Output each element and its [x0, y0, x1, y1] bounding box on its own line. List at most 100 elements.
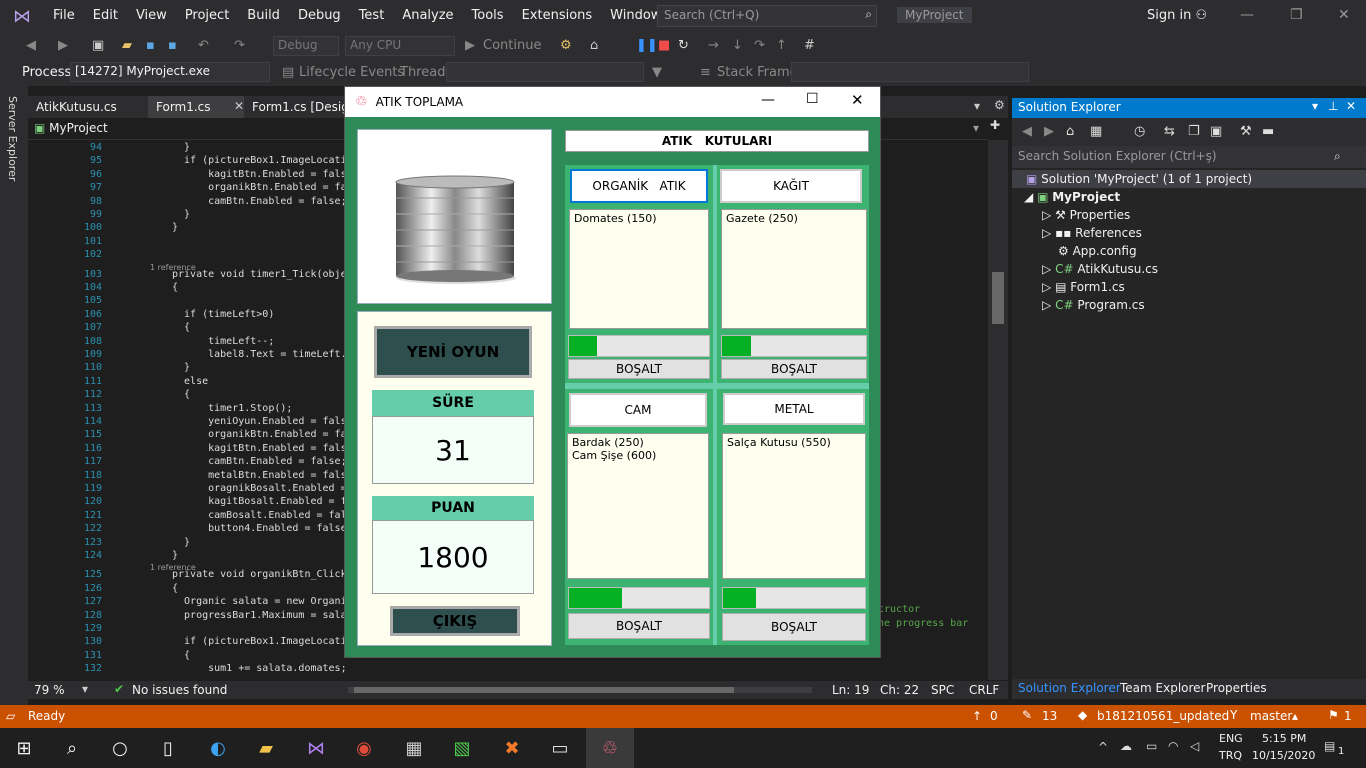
- filter-icon[interactable]: ▼: [652, 65, 662, 80]
- open-folder-icon[interactable]: ▰: [122, 38, 132, 53]
- metal-button[interactable]: METAL: [723, 393, 865, 425]
- code-line[interactable]: camBtn.Enabled = false;: [172, 196, 347, 207]
- input-language[interactable]: ENG: [1219, 732, 1243, 745]
- code-line[interactable]: {: [172, 583, 178, 594]
- lifecycle-events[interactable]: Lifecycle Events: [299, 65, 404, 80]
- tree-app-config[interactable]: ⚙ App.config: [1058, 244, 1137, 258]
- redo-icon[interactable]: ↷: [234, 38, 245, 53]
- collapse-all-icon[interactable]: ❐: [1188, 124, 1200, 139]
- tree-form1[interactable]: ▷ ▤ Form1.cs: [1042, 280, 1125, 294]
- close-icon[interactable]: ✕: [1338, 7, 1350, 23]
- code-line[interactable]: kagitBtn.Enabled = false;: [172, 169, 359, 180]
- properties-wrench-icon[interactable]: ⚒: [1240, 124, 1252, 139]
- code-line[interactable]: Organic salata = new Organic(1: [172, 596, 365, 607]
- tree-properties[interactable]: ▷ ⚒ Properties: [1042, 208, 1130, 222]
- paper-button[interactable]: KAĞIT: [720, 169, 862, 203]
- tab-form1[interactable]: Form1.cs: [148, 96, 244, 118]
- step-into-icon[interactable]: ↓: [732, 38, 743, 53]
- list-item[interactable]: Gazete (250): [726, 212, 862, 225]
- paper-list[interactable]: Gazete (250): [721, 209, 867, 329]
- configuration-select[interactable]: Debug: [273, 36, 339, 56]
- code-line[interactable]: timeLeft--;: [172, 336, 274, 347]
- process-icon[interactable]: ⚙: [560, 38, 572, 53]
- code-line[interactable]: sum1 += salata.domates;: [172, 663, 347, 674]
- menu-project[interactable]: Project: [176, 0, 238, 32]
- atik-toplama-taskbar-icon[interactable]: ♲: [586, 728, 634, 768]
- code-line[interactable]: progressBar1.Maximum = salata.: [172, 610, 365, 621]
- list-item[interactable]: Salça Kutusu (550): [727, 436, 861, 449]
- onedrive-icon[interactable]: ☁: [1120, 739, 1132, 753]
- se-back-icon[interactable]: ◀: [1022, 124, 1032, 139]
- branch-icon[interactable]: Y: [1230, 708, 1237, 722]
- restore-icon[interactable]: ❐: [1290, 7, 1303, 23]
- continue-icon[interactable]: ▶: [465, 38, 475, 53]
- code-line[interactable]: label8.Text = timeLeft.ToSt: [172, 349, 371, 360]
- nav-project-select[interactable]: ▣ MyProject: [34, 121, 154, 135]
- split-editor-icon[interactable]: ✚: [990, 118, 1000, 132]
- minimize-icon[interactable]: —: [1240, 7, 1254, 23]
- menu-build[interactable]: Build: [238, 0, 289, 32]
- xampp-icon[interactable]: ✖: [488, 728, 536, 768]
- stop-icon[interactable]: ■: [658, 38, 670, 53]
- platform-select[interactable]: Any CPU: [345, 36, 455, 56]
- undo-icon[interactable]: ↶: [198, 38, 209, 53]
- code-line[interactable]: camBosalt.Enabled = false;: [172, 510, 365, 521]
- menu-view[interactable]: View: [127, 0, 176, 32]
- excel-icon[interactable]: ▧: [438, 728, 486, 768]
- cortana-icon[interactable]: ○: [96, 728, 144, 768]
- tab-team-explorer[interactable]: Team Explorer: [1120, 681, 1206, 695]
- close-tab-icon[interactable]: ✕: [234, 99, 244, 113]
- home-icon[interactable]: ⌂: [1066, 124, 1074, 139]
- pending-changes-icon[interactable]: ◷: [1134, 124, 1145, 139]
- vertical-scroll-thumb[interactable]: [992, 272, 1004, 324]
- code-line[interactable]: yeniOyun.Enabled = false;: [172, 416, 359, 427]
- menu-analyze[interactable]: Analyze: [393, 0, 462, 32]
- wifi-icon[interactable]: ◠: [1168, 739, 1178, 753]
- notification-bell-icon[interactable]: ⚑: [1328, 708, 1339, 722]
- code-line[interactable]: }: [172, 362, 190, 373]
- process-select[interactable]: [14272] MyProject.exe: [70, 62, 270, 82]
- step-out-icon[interactable]: ↑: [776, 38, 787, 53]
- edge-icon[interactable]: ◐: [194, 728, 242, 768]
- new-game-button[interactable]: YENİ OYUN: [374, 326, 532, 378]
- task-view-icon[interactable]: ▯: [144, 728, 192, 768]
- menu-edit[interactable]: Edit: [84, 0, 127, 32]
- pencil-icon[interactable]: ✎: [1022, 708, 1032, 722]
- code-line[interactable]: button4.Enabled = false;: [172, 523, 353, 534]
- visual-studio-taskbar-icon[interactable]: ⋈: [292, 728, 340, 768]
- action-center-icon[interactable]: ▤: [1324, 739, 1335, 753]
- tree-atikkutusu[interactable]: ▷ C# AtikKutusu.cs: [1042, 262, 1158, 276]
- code-line[interactable]: organikBtn.Enabled = false: [172, 182, 365, 193]
- reference-count[interactable]: 1 reference: [150, 263, 196, 272]
- file-explorer-icon[interactable]: ▰: [242, 728, 290, 768]
- app-maximize-icon[interactable]: ☐: [806, 91, 819, 107]
- new-project-icon[interactable]: ▣: [92, 38, 104, 53]
- tray-chevron-icon[interactable]: ^: [1098, 740, 1108, 754]
- code-line[interactable]: {: [172, 650, 190, 661]
- changes-count[interactable]: 13: [1042, 709, 1057, 723]
- code-line[interactable]: {: [172, 389, 190, 400]
- list-item[interactable]: Bardak (250): [572, 436, 704, 449]
- keyboard-layout[interactable]: TRQ: [1219, 749, 1242, 762]
- back-icon[interactable]: ◀: [26, 38, 36, 53]
- volume-icon[interactable]: ◁: [1190, 739, 1199, 753]
- publish-arrow-icon[interactable]: ↑: [972, 709, 982, 723]
- se-search-input[interactable]: Search Solution Explorer (Ctrl+ş) ⌕: [1012, 146, 1366, 168]
- code-line[interactable]: if (pictureBox1.ImageLocation.C: [172, 155, 371, 166]
- menu-debug[interactable]: Debug: [289, 0, 350, 32]
- code-line[interactable]: {: [172, 282, 178, 293]
- save-icon[interactable]: ▪: [146, 38, 155, 53]
- app-icon[interactable]: ▦: [390, 728, 438, 768]
- zoom-chevron-icon[interactable]: ▾: [82, 682, 88, 696]
- terminal-icon[interactable]: ▭: [536, 728, 584, 768]
- settings-gear-icon[interactable]: ⚙: [994, 98, 1005, 112]
- issues-status[interactable]: No issues found: [132, 683, 227, 697]
- tab-list-chevron-icon[interactable]: ▾: [974, 99, 980, 113]
- tree-project[interactable]: ◢ ▣ MyProject: [1024, 190, 1120, 204]
- code-line[interactable]: kagitBosalt.Enabled = fals: [172, 496, 365, 507]
- chrome-icon[interactable]: ◉: [340, 728, 388, 768]
- tab-solution-explorer[interactable]: Solution Explorer: [1018, 681, 1121, 695]
- metal-list[interactable]: Salça Kutusu (550): [722, 433, 866, 579]
- forward-icon[interactable]: ▶: [58, 38, 68, 53]
- list-item[interactable]: Domates (150): [574, 212, 704, 225]
